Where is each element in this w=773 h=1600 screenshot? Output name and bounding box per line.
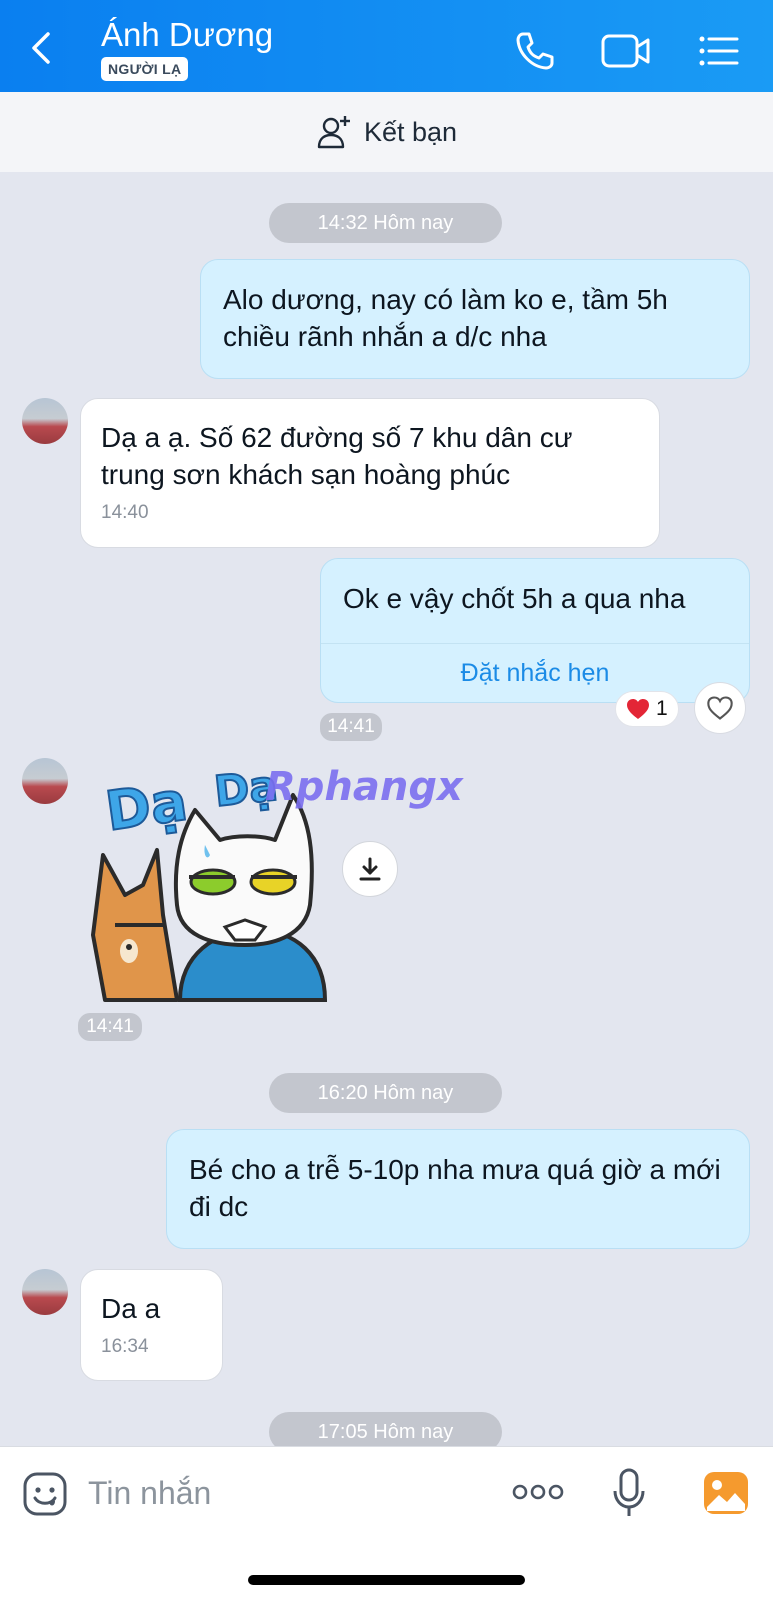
- image-icon[interactable]: [703, 1471, 749, 1515]
- chevron-left-icon[interactable]: [24, 28, 58, 68]
- message-text: Da a: [101, 1293, 161, 1324]
- mic-icon[interactable]: [612, 1467, 646, 1519]
- heart-icon: [707, 696, 733, 720]
- contact-name[interactable]: Ánh Dương: [101, 16, 273, 54]
- sticker-image: Dạ Dạ Rphangx: [91, 760, 464, 1002]
- stranger-badge: NGƯỜI LẠ: [101, 57, 189, 81]
- like-button[interactable]: [694, 682, 746, 734]
- list-icon[interactable]: [697, 28, 741, 74]
- chat-header: Ánh Dương NGƯỜI LẠ: [0, 0, 773, 92]
- video-icon[interactable]: [600, 28, 652, 74]
- outgoing-message[interactable]: Alo dương, nay có làm ko e, tầm 5h chiều…: [200, 259, 750, 379]
- incoming-message[interactable]: Dạ a ạ. Số 62 đường số 7 khu dân cư trun…: [80, 398, 660, 548]
- date-divider: 14:32 Hôm nay: [269, 203, 502, 243]
- message-text: Alo dương, nay có làm ko e, tầm 5h chiều…: [223, 284, 668, 352]
- svg-text:Dạ: Dạ: [102, 769, 191, 843]
- incoming-message[interactable]: Da a 16:34: [80, 1269, 223, 1381]
- emoji-icon[interactable]: [22, 1471, 68, 1517]
- message-time: 14:41: [78, 1013, 142, 1041]
- watermark: Rphangx: [265, 764, 464, 810]
- date-divider: 16:20 Hôm nay: [269, 1073, 502, 1113]
- outgoing-message[interactable]: Bé cho a trễ 5-10p nha mưa quá giờ a mới…: [166, 1129, 750, 1249]
- avatar[interactable]: [22, 758, 68, 804]
- message-input[interactable]: Tin nhắn: [88, 1475, 211, 1512]
- outgoing-message[interactable]: Ok e vậy chốt 5h a qua nha Đặt nhắc hẹn: [320, 558, 750, 703]
- add-user-icon: [317, 116, 350, 149]
- avatar[interactable]: [22, 398, 68, 444]
- more-icon[interactable]: [512, 1483, 564, 1501]
- reaction-badge[interactable]: 1: [615, 691, 679, 727]
- message-time: 14:40: [101, 502, 149, 523]
- set-reminder-button[interactable]: Đặt nhắc hẹn: [321, 643, 749, 702]
- message-text: Ok e vậy chốt 5h a qua nha: [343, 583, 686, 614]
- add-friend-button[interactable]: Kết bạn: [0, 92, 773, 172]
- reaction-count: 1: [656, 697, 668, 720]
- download-icon: [359, 857, 381, 881]
- message-time: 14:41: [320, 713, 382, 741]
- sticker[interactable]: Dạ Dạ Rphangx: [85, 755, 505, 1005]
- add-friend-label: Kết bạn: [363, 116, 458, 147]
- phone-icon[interactable]: [512, 28, 558, 74]
- message-text: Bé cho a trễ 5-10p nha mưa quá giờ a mới…: [189, 1154, 721, 1222]
- heart-icon: [627, 699, 649, 719]
- message-time: 16:34: [101, 1336, 149, 1357]
- avatar[interactable]: [22, 1269, 68, 1315]
- home-indicator: [248, 1575, 525, 1585]
- message-text: Dạ a ạ. Số 62 đường số 7 khu dân cư trun…: [101, 422, 573, 490]
- download-button[interactable]: [342, 841, 398, 897]
